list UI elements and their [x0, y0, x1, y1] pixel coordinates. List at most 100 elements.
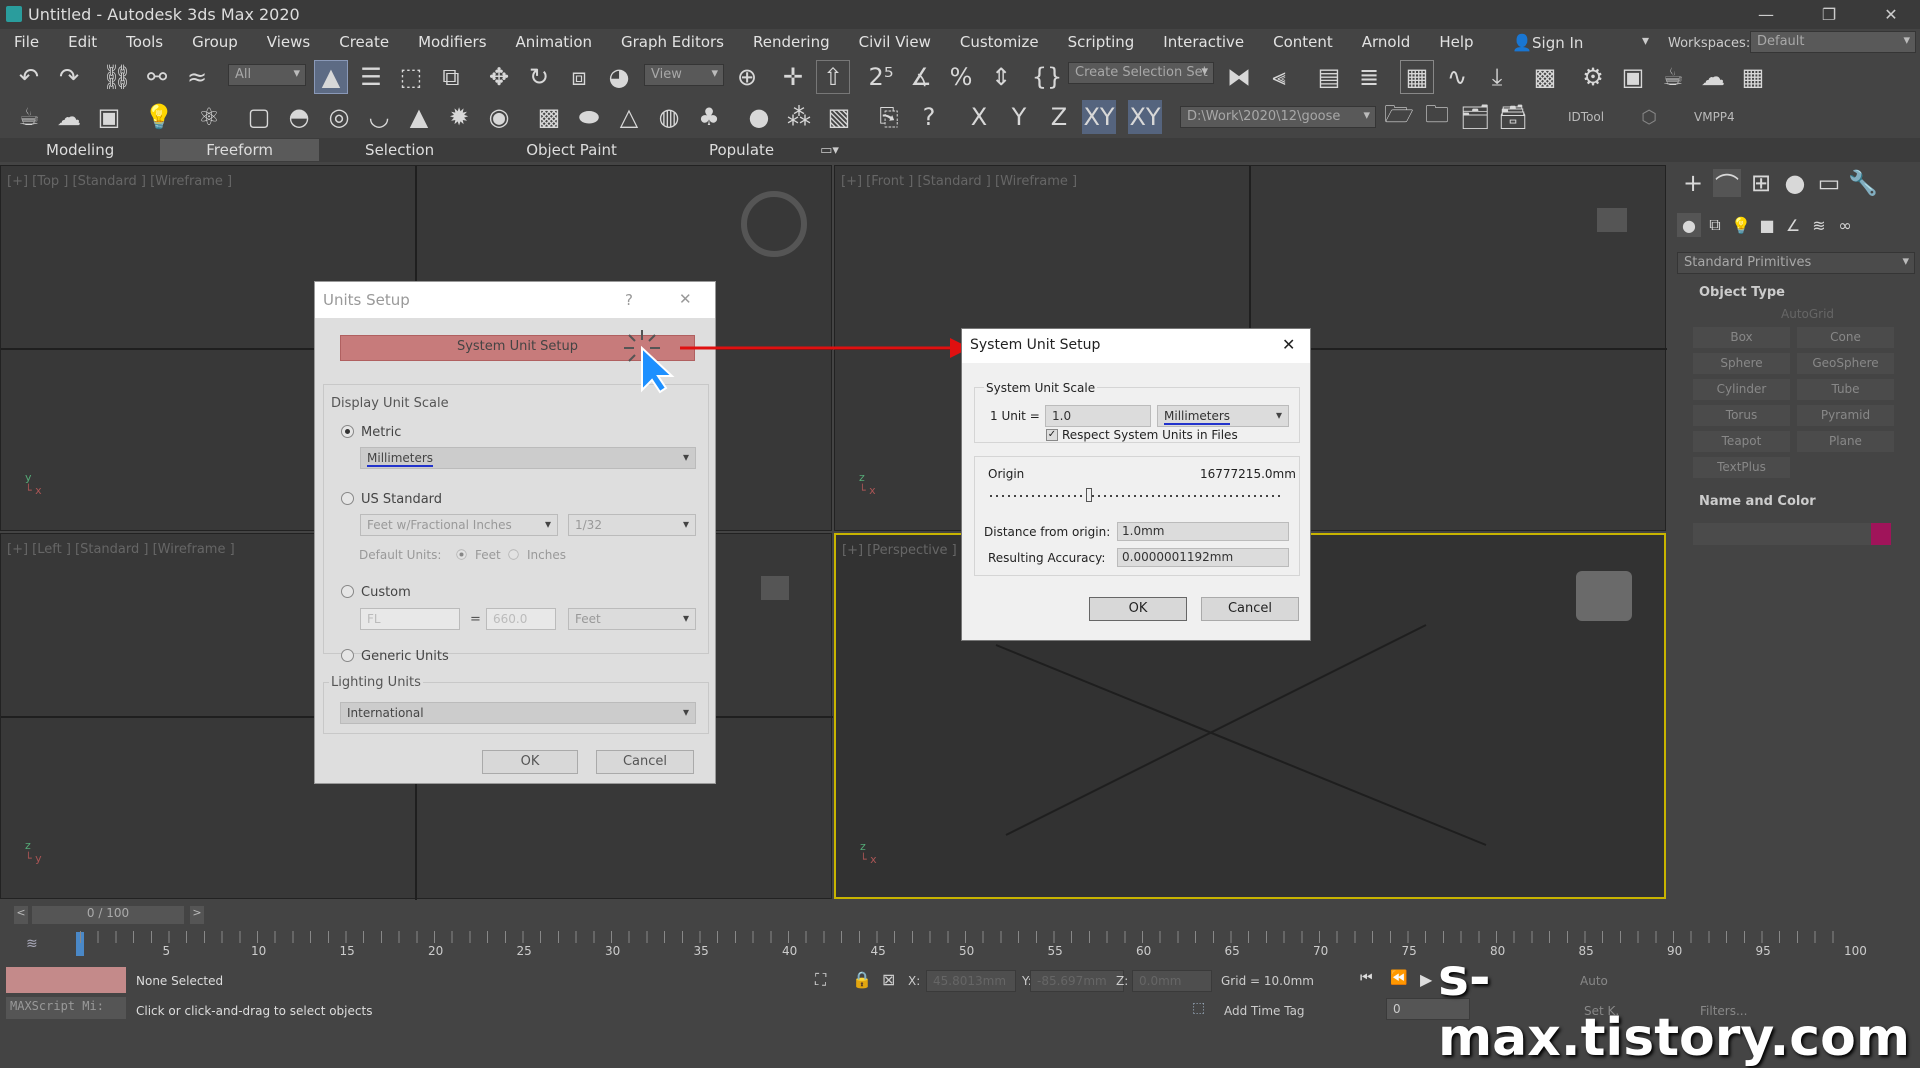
box-button[interactable]: Box: [1693, 327, 1790, 348]
workspace-select[interactable]: Default: [1750, 31, 1916, 53]
cloud-icon[interactable]: ☁: [52, 100, 86, 134]
multi-sphere-icon[interactable]: ⁂: [782, 100, 816, 134]
select-object-icon[interactable]: ▲: [314, 60, 348, 94]
idtool-label[interactable]: IDTool: [1568, 110, 1604, 124]
motion-tab-icon[interactable]: ●: [1781, 169, 1809, 197]
category-select[interactable]: Standard Primitives: [1677, 252, 1915, 274]
menu-modifiers[interactable]: Modifiers: [404, 33, 501, 51]
tab-freeform[interactable]: Freeform: [160, 139, 320, 161]
schematic-view-icon[interactable]: ⤓: [1480, 60, 1514, 94]
scene-explorer-icon[interactable]: ▤: [1312, 60, 1346, 94]
torus-icon[interactable]: ◎: [322, 100, 356, 134]
constrain-xy-cycle-button[interactable]: XY: [1128, 100, 1162, 134]
cameras-icon[interactable]: ■: [1755, 213, 1779, 237]
plane-button[interactable]: Plane: [1797, 431, 1894, 452]
go-to-start-icon[interactable]: ⏮: [1360, 970, 1373, 986]
window-crossing-icon[interactable]: ⧉: [434, 60, 468, 94]
feet-radio[interactable]: [456, 549, 467, 560]
viewcube-front-icon[interactable]: [1597, 208, 1627, 232]
spacewarps-icon[interactable]: ≋: [1807, 213, 1831, 237]
geosphere-button[interactable]: GeoSphere: [1797, 353, 1894, 374]
metric-unit-select[interactable]: Millimeters: [360, 447, 696, 469]
viewcube-left-icon[interactable]: [761, 576, 789, 600]
teapot-button[interactable]: Teapot: [1693, 431, 1790, 452]
respect-units-checkbox[interactable]: ✓: [1046, 429, 1058, 441]
hierarchy-tab-icon[interactable]: ⊞: [1747, 169, 1775, 197]
ribbon-options-icon[interactable]: ▭▾: [820, 143, 839, 158]
units-cancel-button[interactable]: Cancel: [596, 750, 694, 774]
selection-lock-icon[interactable]: 🔒: [852, 970, 872, 989]
tube-button[interactable]: Tube: [1797, 379, 1894, 400]
inches-radio[interactable]: [508, 549, 519, 560]
y-coord-field[interactable]: -85.697mm: [1030, 970, 1124, 992]
lighting-units-select[interactable]: International: [340, 702, 696, 724]
constrain-x-button[interactable]: X: [962, 100, 996, 134]
curve-editor-icon[interactable]: ∿: [1440, 60, 1474, 94]
snaps-toggle-icon[interactable]: 2⁵: [864, 60, 898, 94]
close-window-button[interactable]: ✕: [1868, 0, 1914, 29]
folder-icon[interactable]: 🗀: [1420, 100, 1454, 134]
viewport-label-top[interactable]: [+] [Top ] [Standard ] [Wireframe ]: [7, 174, 232, 189]
viewport-label-front[interactable]: [+] [Front ] [Standard ] [Wireframe ]: [841, 174, 1077, 189]
close-icon[interactable]: ✕: [1282, 335, 1295, 354]
object-name-input[interactable]: [1693, 523, 1873, 545]
absolute-mode-icon[interactable]: ⊠: [882, 970, 895, 989]
maxscript-mini-listener[interactable]: MAXScript Mi:: [6, 997, 126, 1019]
torus-button[interactable]: Torus: [1693, 405, 1790, 426]
previous-frame-icon[interactable]: ⏪: [1390, 970, 1407, 986]
us-standard-radio[interactable]: [341, 492, 354, 505]
menu-civil-view[interactable]: Civil View: [845, 33, 946, 51]
textplus-button[interactable]: TextPlus: [1693, 457, 1790, 478]
rectangular-selection-icon[interactable]: ⬚: [394, 60, 428, 94]
box-primitive-icon[interactable]: ▢: [242, 100, 276, 134]
custom-unit-select[interactable]: Feet: [568, 608, 696, 630]
project-icon[interactable]: 🗁: [1382, 100, 1416, 134]
menu-edit[interactable]: Edit: [54, 33, 112, 51]
capsule-icon[interactable]: ⬬: [572, 100, 606, 134]
menu-file[interactable]: File: [0, 33, 54, 51]
select-place-icon[interactable]: ◕: [602, 60, 636, 94]
bind-spacewarp-icon[interactable]: ≈: [180, 60, 214, 94]
autogrid-checkbox[interactable]: AutoGrid: [1781, 307, 1834, 321]
render-setup-icon[interactable]: ⚙: [1576, 60, 1610, 94]
menu-scripting[interactable]: Scripting: [1054, 33, 1150, 51]
layer-explorer-icon[interactable]: ≣: [1352, 60, 1386, 94]
cancel-button[interactable]: Cancel: [1201, 597, 1299, 621]
rendered-frame-window-icon[interactable]: ▣: [1616, 60, 1650, 94]
undo-icon[interactable]: ↶: [12, 60, 46, 94]
system-unit-select[interactable]: Millimeters: [1157, 405, 1289, 427]
time-prev-button[interactable]: <: [14, 906, 28, 924]
cylinder-button[interactable]: Cylinder: [1693, 379, 1790, 400]
z-coord-field[interactable]: 0.0mm: [1132, 970, 1212, 992]
us-fraction-select[interactable]: 1/32: [568, 514, 696, 536]
half-sphere-icon[interactable]: ◓: [282, 100, 316, 134]
modify-tab-icon[interactable]: ⌒: [1713, 169, 1741, 200]
align-icon[interactable]: ⫷: [1262, 60, 1296, 94]
add-time-tag-button[interactable]: Add Time Tag: [1224, 1004, 1305, 1018]
reference-coordinate-select[interactable]: View: [644, 64, 724, 86]
curve-editor-mini-icon[interactable]: ≋: [26, 936, 38, 952]
helpers-icon[interactable]: ∠: [1781, 213, 1805, 237]
render-frame-icon[interactable]: ▧: [822, 100, 856, 134]
redo-icon[interactable]: ↷: [52, 60, 86, 94]
viewport-label-left[interactable]: [+] [Left ] [Standard ] [Wireframe ]: [7, 542, 235, 557]
sun-icon[interactable]: ✹: [442, 100, 476, 134]
plant-icon[interactable]: ♣: [692, 100, 726, 134]
object-type-rollout[interactable]: Object Type: [1699, 285, 1785, 300]
globe-icon[interactable]: ◍: [652, 100, 686, 134]
menu-help[interactable]: Help: [1425, 33, 1488, 51]
systems-icon[interactable]: ∞: [1833, 213, 1857, 237]
selection-filter-select[interactable]: All: [228, 64, 306, 86]
render-production-icon[interactable]: ☕: [1656, 60, 1690, 94]
menu-content[interactable]: Content: [1259, 33, 1348, 51]
angle-snap-icon[interactable]: ∡: [904, 60, 938, 94]
constrain-y-button[interactable]: Y: [1002, 100, 1036, 134]
group-icon[interactable]: ⚛: [192, 100, 226, 134]
tab-populate[interactable]: Populate: [663, 139, 820, 161]
clipboard-icon[interactable]: ⎘: [872, 100, 906, 134]
light-bulb-icon[interactable]: 💡: [142, 100, 176, 134]
render-in-cloud-icon[interactable]: ▦: [1736, 60, 1770, 94]
sphere-button[interactable]: Sphere: [1693, 353, 1790, 374]
restore-button[interactable]: ❐: [1806, 0, 1852, 29]
project-folder-select[interactable]: D:\Work\2020\12\goose: [1180, 106, 1376, 128]
